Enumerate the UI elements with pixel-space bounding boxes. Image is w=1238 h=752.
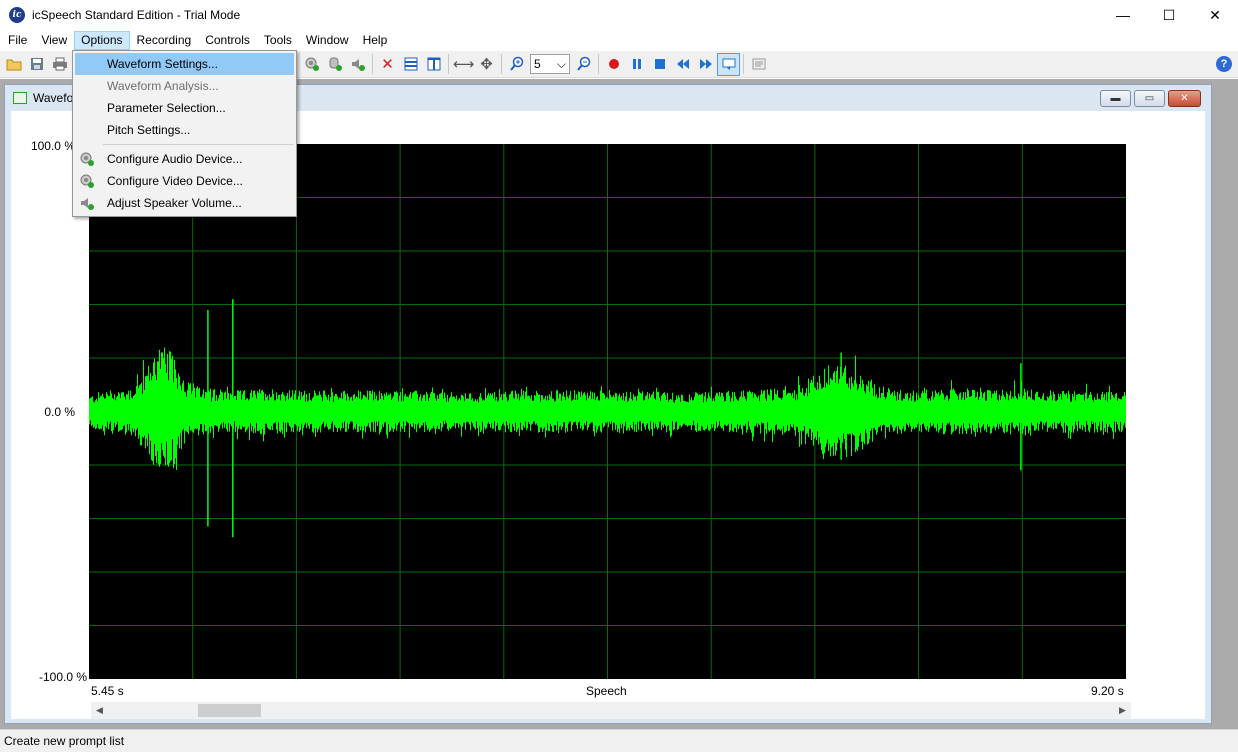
child-close-button[interactable]: ✕ [1168, 90, 1201, 107]
notes-icon[interactable] [747, 53, 770, 76]
zoom-out-icon[interactable] [572, 53, 595, 76]
y-tick-label-bottom: -100.0 % [38, 670, 87, 684]
window-title: icSpeech Standard Edition - Trial Mode [32, 8, 241, 22]
horizontal-scrollbar[interactable]: ◀ ▶ [91, 702, 1131, 719]
scroll-left-arrow-icon[interactable]: ◀ [91, 702, 108, 719]
zoom-level-select[interactable]: 5 ⌵ [530, 54, 570, 74]
menu-tools[interactable]: Tools [257, 31, 299, 50]
chevron-down-icon: ⌵ [556, 56, 566, 71]
record-icon[interactable] [602, 53, 625, 76]
waveform-window-title: Wavefo [33, 91, 74, 105]
audio-device-add-icon[interactable] [300, 53, 323, 76]
menu-options[interactable]: Options [74, 31, 130, 50]
stop-icon[interactable] [648, 53, 671, 76]
menu-item-label: Parameter Selection... [107, 101, 226, 115]
loop-playback-icon[interactable] [717, 52, 740, 76]
menu-window[interactable]: Window [299, 31, 356, 50]
menu-separator [103, 144, 294, 145]
x-axis-label: Speech [586, 684, 627, 698]
child-minimize-button[interactable]: ▬ [1100, 90, 1131, 107]
fit-horizontal-icon[interactable]: ⟷ [452, 53, 475, 76]
open-folder-icon[interactable] [2, 53, 25, 76]
y-tick-label-top: 100.0 % [30, 139, 75, 153]
speaker-volume-icon [79, 195, 95, 211]
child-window-controls: ▬ ▭ ✕ [1100, 90, 1201, 107]
scrollbar-thumb[interactable] [198, 704, 261, 717]
video-device-add-icon[interactable] [323, 53, 346, 76]
menu-item-label: Configure Video Device... [107, 174, 243, 188]
minimize-button[interactable]: — [1100, 0, 1146, 30]
save-icon[interactable] [25, 53, 48, 76]
status-text: Create new prompt list [4, 734, 125, 748]
close-button[interactable]: ✕ [1192, 0, 1238, 30]
menu-item-waveform-settings[interactable]: Waveform Settings... [75, 53, 294, 75]
toolbar-separator [372, 54, 373, 74]
status-bar: Create new prompt list [0, 729, 1238, 752]
window-controls: — ☐ ✕ [1100, 0, 1238, 30]
help-icon[interactable]: ? [1216, 56, 1232, 72]
audio-device-icon [79, 151, 95, 167]
x-end-label: 9.20 s [1091, 684, 1124, 698]
delete-icon[interactable]: ✕ [376, 53, 399, 76]
menu-item-configure-video-device[interactable]: Configure Video Device... [73, 170, 296, 192]
menu-recording[interactable]: Recording [130, 31, 199, 50]
toolbar-separator [743, 54, 744, 74]
menu-view[interactable]: View [34, 31, 74, 50]
menu-item-adjust-speaker-volume[interactable]: Adjust Speaker Volume... [73, 192, 296, 214]
app-icon: ic [9, 7, 25, 23]
menu-item-waveform-analysis: Waveform Analysis... [73, 75, 296, 97]
menu-bar: File View Options Recording Controls Too… [0, 30, 1238, 51]
waveform-plot[interactable] [89, 144, 1127, 679]
split-horizontal-icon[interactable] [399, 53, 422, 76]
menu-file[interactable]: File [1, 31, 34, 50]
menu-item-label: Waveform Settings... [107, 57, 218, 71]
rewind-icon[interactable] [671, 53, 694, 76]
move-icon[interactable]: ✥ [475, 53, 498, 76]
waveform-chart [89, 144, 1127, 679]
zoom-level-value: 5 [534, 57, 541, 71]
zoom-in-icon[interactable] [505, 53, 528, 76]
toolbar-separator [501, 54, 502, 74]
maximize-button[interactable]: ☐ [1146, 0, 1192, 30]
menu-help[interactable]: Help [356, 31, 395, 50]
child-restore-button[interactable]: ▭ [1134, 90, 1165, 107]
options-menu: Waveform Settings... Waveform Analysis..… [72, 50, 297, 217]
video-device-icon [79, 173, 95, 189]
y-tick-label-mid: 0.0 % [44, 405, 75, 419]
waveform-icon [13, 92, 27, 104]
menu-item-parameter-selection[interactable]: Parameter Selection... [73, 97, 296, 119]
scroll-right-arrow-icon[interactable]: ▶ [1114, 702, 1131, 719]
pause-icon[interactable] [625, 53, 648, 76]
menu-item-configure-audio-device[interactable]: Configure Audio Device... [73, 148, 296, 170]
menu-item-label: Adjust Speaker Volume... [107, 196, 242, 210]
menu-controls[interactable]: Controls [198, 31, 257, 50]
menu-item-pitch-settings[interactable]: Pitch Settings... [73, 119, 296, 141]
toolbar-separator [598, 54, 599, 74]
toolbar-separator [448, 54, 449, 74]
print-icon[interactable] [48, 53, 71, 76]
title-bar: ic icSpeech Standard Edition - Trial Mod… [0, 0, 1238, 30]
x-start-label: 5.45 s [91, 684, 124, 698]
fast-forward-icon[interactable] [694, 53, 717, 76]
menu-item-label: Waveform Analysis... [107, 79, 219, 93]
split-vertical-icon[interactable] [422, 53, 445, 76]
menu-item-label: Pitch Settings... [107, 123, 191, 137]
speaker-volume-icon[interactable] [346, 53, 369, 76]
menu-item-label: Configure Audio Device... [107, 152, 243, 166]
